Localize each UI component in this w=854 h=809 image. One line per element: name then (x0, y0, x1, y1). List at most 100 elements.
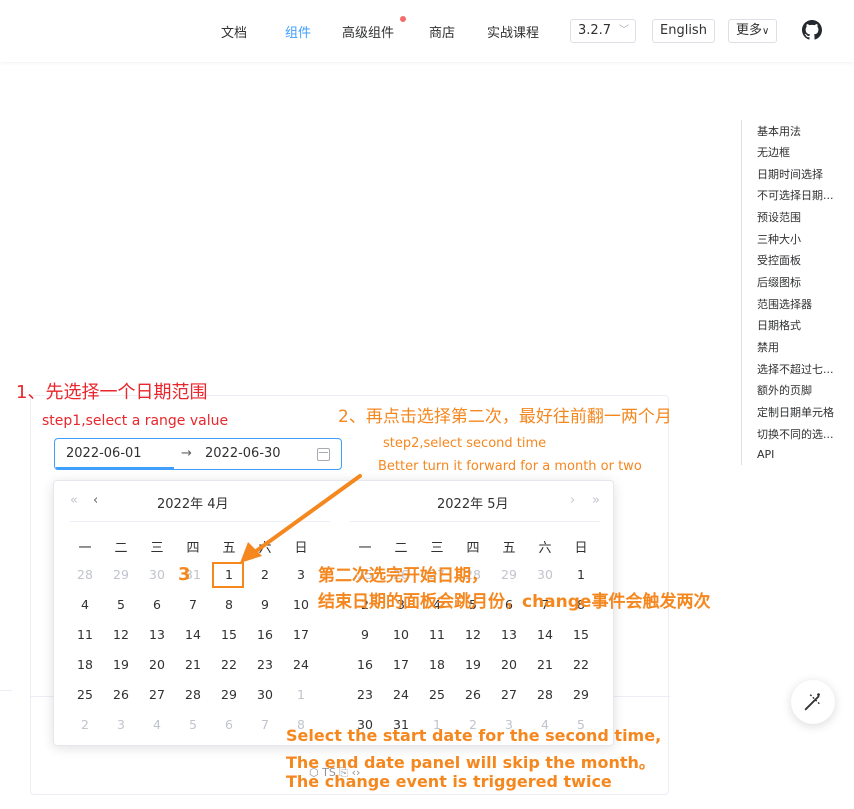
more-menu-button[interactable]: 更多∨ (728, 19, 778, 43)
annotation-result-en-3: The change event is triggered twice (286, 772, 612, 791)
calendar-day-cell[interactable]: 21 (178, 657, 208, 672)
calendar-day-cell[interactable]: 29 (106, 567, 136, 582)
nav-store[interactable]: 商店 (429, 22, 455, 41)
toc-item[interactable]: 日期时间选择 (757, 166, 852, 182)
calendar-day-cell[interactable]: 6 (214, 717, 244, 732)
right-panel-title[interactable]: 2022年 5月 (437, 493, 509, 512)
ai-assist-button[interactable] (791, 680, 835, 724)
calendar-day-cell[interactable]: 1 (286, 687, 316, 702)
calendar-day-cell[interactable]: 4 (142, 717, 172, 732)
calendar-day-cell[interactable]: 4 (70, 597, 100, 612)
date-range-input[interactable]: 2022-06-01 → 2022-06-30 (54, 438, 342, 470)
chevron-down-icon: ∨ (762, 26, 770, 37)
calendar-day-cell[interactable]: 9 (350, 627, 380, 642)
calendar-day-cell[interactable]: 28 (70, 567, 100, 582)
toc-item[interactable]: 日期格式 (757, 317, 852, 333)
calendar-day-cell[interactable]: 15 (566, 627, 596, 642)
calendar-day-cell[interactable]: 17 (286, 627, 316, 642)
calendar-day-cell[interactable]: 10 (386, 627, 416, 642)
calendar-day-cell[interactable]: 27 (494, 687, 524, 702)
toc-item[interactable]: API (757, 448, 852, 461)
calendar-day-cell[interactable]: 30 (250, 687, 280, 702)
toc-item[interactable]: 受控面板 (757, 252, 852, 268)
calendar-day-cell[interactable]: 12 (106, 627, 136, 642)
calendar-day-cell[interactable]: 22 (566, 657, 596, 672)
calendar-day-cell[interactable]: 28 (530, 687, 560, 702)
version-select[interactable]: 3.2.7 ﹀ (570, 19, 636, 43)
calendar-day-cell[interactable]: 23 (250, 657, 280, 672)
calendar-day-cell[interactable]: 27 (142, 687, 172, 702)
weekday-header: 二 (114, 541, 128, 556)
calendar-day-cell[interactable]: 30 (142, 567, 172, 582)
calendar-day-cell[interactable]: 1 (566, 567, 596, 582)
calendar-day-cell[interactable]: 26 (458, 687, 488, 702)
calendar-day-cell[interactable]: 24 (386, 687, 416, 702)
toc-item[interactable]: 预设范围 (757, 209, 852, 225)
calendar-day-cell[interactable]: 29 (494, 567, 524, 582)
calendar-day-cell[interactable]: 20 (494, 657, 524, 672)
nav-advanced-components[interactable]: 高级组件 (342, 22, 394, 41)
toc-item[interactable]: 基本用法 (757, 123, 852, 139)
calendar-day-cell[interactable]: 17 (386, 657, 416, 672)
calendar-day-cell[interactable]: 23 (350, 687, 380, 702)
calendar-day-cell[interactable]: 6 (142, 597, 172, 612)
calendar-day-cell[interactable]: 3 (106, 717, 136, 732)
calendar-day-cell[interactable]: 22 (214, 657, 244, 672)
calendar-day-cell[interactable]: 20 (142, 657, 172, 672)
calendar-day-cell[interactable]: 14 (530, 627, 560, 642)
calendar-day-cell[interactable]: 18 (70, 657, 100, 672)
start-date-input[interactable]: 2022-06-01 (66, 446, 142, 461)
calendar-day-cell[interactable]: 13 (142, 627, 172, 642)
toc-item[interactable]: 无边框 (757, 144, 852, 160)
calendar-day-cell[interactable]: 11 (422, 627, 452, 642)
toc-item[interactable]: 定制日期单元格 (757, 404, 852, 420)
calendar-day-cell[interactable]: 30 (530, 567, 560, 582)
calendar-day-cell[interactable]: 12 (458, 627, 488, 642)
language-button[interactable]: English (652, 19, 715, 43)
calendar-day-cell[interactable]: 18 (422, 657, 452, 672)
toc-item[interactable]: 额外的页脚 (757, 382, 852, 398)
calendar-day-cell[interactable]: 5 (106, 597, 136, 612)
calendar-day-cell[interactable]: 13 (494, 627, 524, 642)
nav-components[interactable]: 组件 (285, 22, 311, 41)
calendar-day-cell[interactable]: 16 (350, 657, 380, 672)
next-year-icon[interactable]: » (592, 493, 600, 508)
toc-item[interactable]: 范围选择器 (757, 296, 852, 312)
toc-item[interactable]: 不可选择日期... (757, 187, 852, 203)
toc-item[interactable]: 切换不同的选... (757, 426, 852, 442)
calendar-day-cell[interactable]: 26 (106, 687, 136, 702)
calendar-day-cell[interactable]: 10 (286, 597, 316, 612)
toc-item[interactable]: 后缀图标 (757, 274, 852, 290)
weekday-header: 二 (394, 541, 408, 556)
calendar-day-cell[interactable]: 8 (214, 597, 244, 612)
github-icon[interactable] (802, 20, 822, 40)
calendar-day-cell[interactable]: 24 (286, 657, 316, 672)
calendar-day-cell[interactable]: 28 (178, 687, 208, 702)
calendar-day-cell[interactable]: 25 (70, 687, 100, 702)
calendar-day-cell[interactable]: 15 (214, 627, 244, 642)
calendar-day-cell[interactable]: 21 (530, 657, 560, 672)
calendar-day-cell[interactable]: 29 (566, 687, 596, 702)
nav-docs[interactable]: 文档 (221, 22, 247, 41)
calendar-day-cell[interactable]: 25 (422, 687, 452, 702)
calendar-day-cell[interactable]: 19 (106, 657, 136, 672)
prev-year-icon[interactable]: « (70, 493, 78, 508)
nav-courses[interactable]: 实战课程 (487, 22, 539, 41)
calendar-day-cell[interactable]: 5 (178, 717, 208, 732)
calendar-day-cell[interactable]: 9 (250, 597, 280, 612)
calendar-day-cell[interactable]: 14 (178, 627, 208, 642)
next-month-icon[interactable]: › (570, 493, 575, 508)
toc-item[interactable]: 选择不超过七... (757, 361, 852, 377)
calendar-day-cell[interactable]: 16 (250, 627, 280, 642)
toc-item[interactable]: 三种大小 (757, 231, 852, 247)
calendar-day-cell[interactable]: 19 (458, 657, 488, 672)
prev-month-icon[interactable]: ‹ (93, 493, 98, 508)
calendar-day-cell[interactable]: 7 (178, 597, 208, 612)
calendar-day-cell[interactable]: 7 (250, 717, 280, 732)
calendar-day-cell[interactable]: 2 (70, 717, 100, 732)
left-panel-title[interactable]: 2022年 4月 (157, 493, 229, 512)
end-date-input[interactable]: 2022-06-30 (205, 446, 281, 461)
calendar-day-cell[interactable]: 29 (214, 687, 244, 702)
calendar-day-cell[interactable]: 11 (70, 627, 100, 642)
toc-item[interactable]: 禁用 (757, 339, 852, 355)
